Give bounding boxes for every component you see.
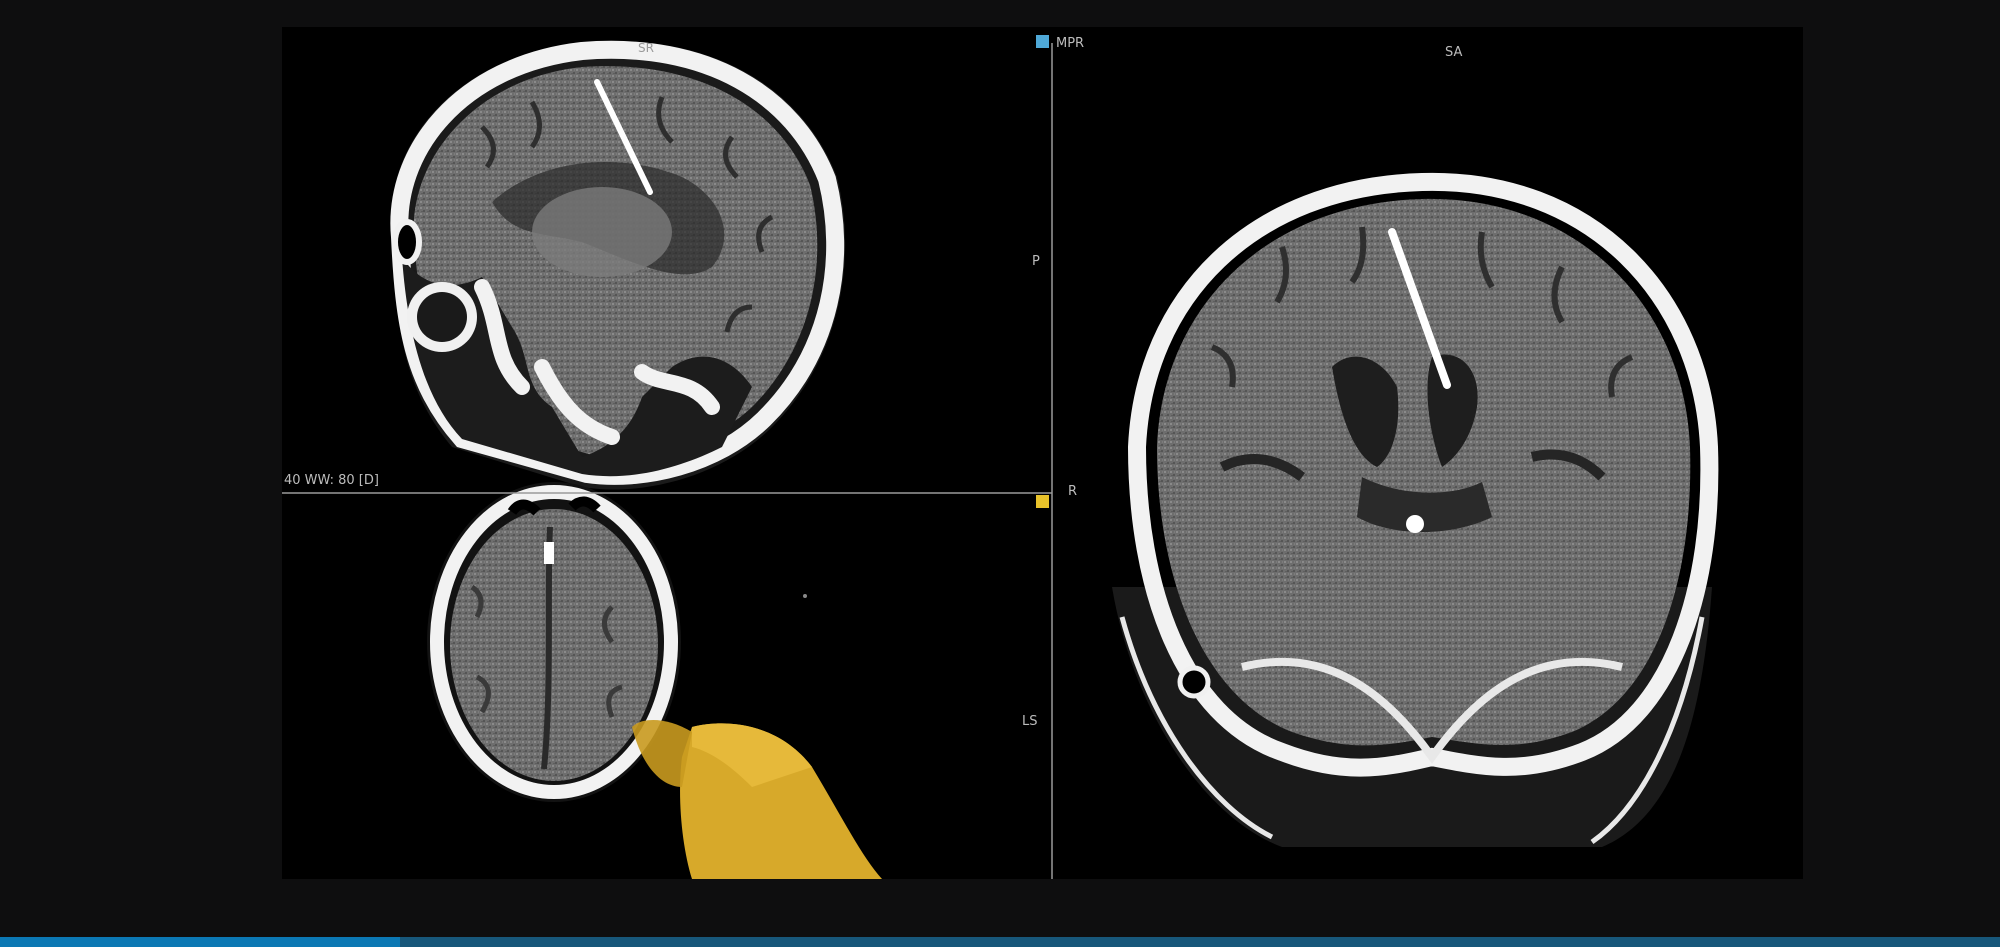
sagittal-view[interactable]	[390, 40, 846, 490]
mpr-marker-icon	[1036, 35, 1049, 48]
viewer-canvas	[282, 35, 1719, 879]
sagittal-orientation-label: SR	[638, 41, 654, 55]
side-label-p: P	[1032, 254, 1040, 269]
video-progress-fill	[0, 937, 400, 947]
video-progress-bar[interactable]	[0, 937, 2000, 947]
side-label-r: R	[1068, 484, 1078, 499]
mpr-viewer[interactable]: SR MPR SA P R LS 40 WW: 80 [D]	[282, 27, 1803, 879]
coronal-view[interactable]	[1112, 172, 1719, 847]
video-frame: SR MPR SA P R LS 40 WW: 80 [D]	[0, 0, 2000, 947]
side-label-ls: LS	[1022, 714, 1038, 729]
crosshair-marker-icon	[1036, 495, 1049, 508]
mpr-label: MPR	[1056, 36, 1085, 51]
window-level-readout: 40 WW: 80 [D]	[284, 473, 379, 488]
coronal-orientation-label: SA	[1445, 45, 1463, 60]
